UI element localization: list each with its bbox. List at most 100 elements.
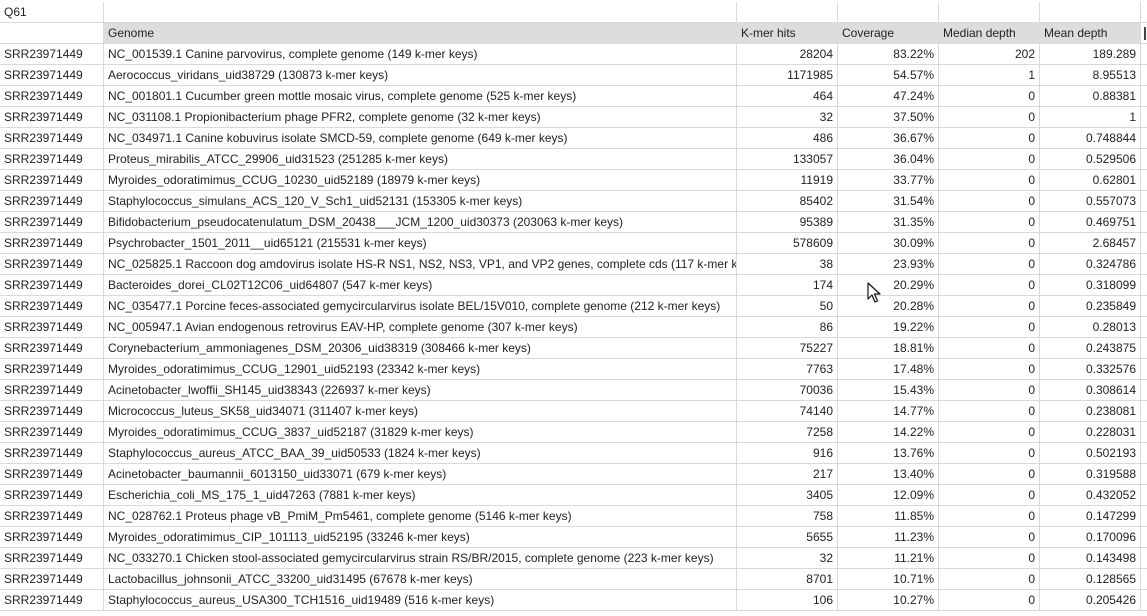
kmer-hits-cell[interactable]: 32 [737,548,838,569]
mean-depth-cell[interactable]: 0.238081 [1040,401,1141,422]
genome-cell[interactable]: Staphylococcus_aureus_ATCC_BAA_39_uid505… [104,443,737,464]
sample-cell[interactable]: SRR23971449 [0,422,104,443]
sample-cell[interactable]: SRR23971449 [0,107,104,128]
coverage-cell[interactable]: 17.48% [838,359,939,380]
mean-depth-cell[interactable]: 0.318099 [1040,275,1141,296]
sample-cell[interactable]: SRR23971449 [0,338,104,359]
mean-depth-cell[interactable]: 2.68457 [1040,233,1141,254]
median-depth-cell[interactable]: 0 [939,86,1040,107]
header-coverage[interactable]: Coverage [838,23,939,44]
kmer-hits-cell[interactable]: 86 [737,317,838,338]
kmer-hits-cell[interactable]: 95389 [737,212,838,233]
median-depth-cell[interactable]: 202 [939,44,1040,65]
sample-cell[interactable]: SRR23971449 [0,359,104,380]
sample-cell[interactable]: SRR23971449 [0,191,104,212]
mean-depth-cell[interactable]: 0.205426 [1040,590,1141,611]
genome-cell[interactable]: NC_031108.1 Propionibacterium phage PFR2… [104,107,737,128]
genome-cell[interactable]: Acinetobacter_lwoffii_SH145_uid38343 (22… [104,380,737,401]
coverage-cell[interactable]: 23.93% [838,254,939,275]
median-depth-cell[interactable]: 0 [939,338,1040,359]
mean-depth-cell[interactable]: 0.748844 [1040,128,1141,149]
median-depth-cell[interactable]: 0 [939,107,1040,128]
coverage-cell[interactable]: 20.29% [838,275,939,296]
kmer-hits-cell[interactable]: 916 [737,443,838,464]
coverage-cell[interactable]: 47.24% [838,86,939,107]
genome-cell[interactable]: NC_025825.1 Raccoon dog amdovirus isolat… [104,254,737,275]
sample-cell[interactable]: SRR23971449 [0,44,104,65]
kmer-hits-cell[interactable]: 32 [737,107,838,128]
cell-q61[interactable]: Q61 [0,2,104,23]
sample-cell[interactable]: SRR23971449 [0,275,104,296]
median-depth-cell[interactable]: 0 [939,128,1040,149]
median-depth-cell[interactable]: 0 [939,464,1040,485]
kmer-hits-cell[interactable]: 70036 [737,380,838,401]
empty-cell[interactable] [838,2,939,23]
coverage-cell[interactable]: 11.21% [838,548,939,569]
mean-depth-cell[interactable]: 0.432052 [1040,485,1141,506]
sample-cell[interactable]: SRR23971449 [0,317,104,338]
median-depth-cell[interactable]: 0 [939,191,1040,212]
coverage-cell[interactable]: 54.57% [838,65,939,86]
kmer-hits-cell[interactable]: 8701 [737,569,838,590]
coverage-cell[interactable]: 30.09% [838,233,939,254]
sample-cell[interactable]: SRR23971449 [0,212,104,233]
median-depth-cell[interactable]: 0 [939,359,1040,380]
median-depth-cell[interactable]: 0 [939,422,1040,443]
genome-cell[interactable]: Proteus_mirabilis_ATCC_29906_uid31523 (2… [104,149,737,170]
kmer-hits-cell[interactable]: 5655 [737,527,838,548]
median-depth-cell[interactable]: 0 [939,443,1040,464]
mean-depth-cell[interactable]: 0.243875 [1040,338,1141,359]
sample-cell[interactable]: SRR23971449 [0,443,104,464]
header-kmer-hits[interactable]: K-mer hits [737,23,838,44]
kmer-hits-cell[interactable]: 74140 [737,401,838,422]
median-depth-cell[interactable]: 0 [939,296,1040,317]
kmer-hits-cell[interactable]: 11919 [737,170,838,191]
sample-cell[interactable]: SRR23971449 [0,170,104,191]
coverage-cell[interactable]: 14.22% [838,422,939,443]
sample-cell[interactable]: SRR23971449 [0,380,104,401]
median-depth-cell[interactable]: 0 [939,233,1040,254]
genome-cell[interactable]: Staphylococcus_simulans_ACS_120_V_Sch1_u… [104,191,737,212]
median-depth-cell[interactable]: 0 [939,170,1040,191]
kmer-hits-cell[interactable]: 174 [737,275,838,296]
mean-depth-cell[interactable]: 0.235849 [1040,296,1141,317]
coverage-cell[interactable]: 19.22% [838,317,939,338]
coverage-cell[interactable]: 14.77% [838,401,939,422]
genome-cell[interactable]: Bacteroides_dorei_CL02T12C06_uid64807 (5… [104,275,737,296]
mean-depth-cell[interactable]: 0.502193 [1040,443,1141,464]
genome-cell[interactable]: NC_033270.1 Chicken stool-associated gem… [104,548,737,569]
coverage-cell[interactable]: 10.27% [838,590,939,611]
mean-depth-cell[interactable]: 0.557073 [1040,191,1141,212]
mean-depth-cell[interactable]: 1 [1040,107,1141,128]
genome-cell[interactable]: Micrococcus_luteus_SK58_uid34071 (311407… [104,401,737,422]
kmer-hits-cell[interactable]: 1171985 [737,65,838,86]
mean-depth-cell[interactable]: 0.88381 [1040,86,1141,107]
mean-depth-cell[interactable]: 0.170096 [1040,527,1141,548]
coverage-cell[interactable]: 31.35% [838,212,939,233]
genome-cell[interactable]: Escherichia_coli_MS_175_1_uid47263 (7881… [104,485,737,506]
coverage-cell[interactable]: 36.04% [838,149,939,170]
header-genome[interactable]: Genome [104,23,737,44]
sample-cell[interactable]: SRR23971449 [0,233,104,254]
median-depth-cell[interactable]: 0 [939,212,1040,233]
coverage-cell[interactable]: 13.40% [838,464,939,485]
median-depth-cell[interactable]: 0 [939,275,1040,296]
sample-cell[interactable]: SRR23971449 [0,527,104,548]
median-depth-cell[interactable]: 0 [939,548,1040,569]
sample-cell[interactable]: SRR23971449 [0,128,104,149]
kmer-hits-cell[interactable]: 28204 [737,44,838,65]
coverage-cell[interactable]: 31.54% [838,191,939,212]
coverage-cell[interactable]: 18.81% [838,338,939,359]
kmer-hits-cell[interactable]: 3405 [737,485,838,506]
sample-cell[interactable]: SRR23971449 [0,149,104,170]
sample-cell[interactable]: SRR23971449 [0,401,104,422]
genome-cell[interactable]: Corynebacterium_ammoniagenes_DSM_20306_u… [104,338,737,359]
empty-cell[interactable] [939,2,1040,23]
mean-depth-cell[interactable]: 0.469751 [1040,212,1141,233]
header-median-depth[interactable]: Median depth [939,23,1040,44]
coverage-cell[interactable]: 33.77% [838,170,939,191]
median-depth-cell[interactable]: 0 [939,149,1040,170]
median-depth-cell[interactable]: 0 [939,401,1040,422]
header-mean-depth[interactable]: Mean depth [1040,23,1141,44]
kmer-hits-cell[interactable]: 75227 [737,338,838,359]
